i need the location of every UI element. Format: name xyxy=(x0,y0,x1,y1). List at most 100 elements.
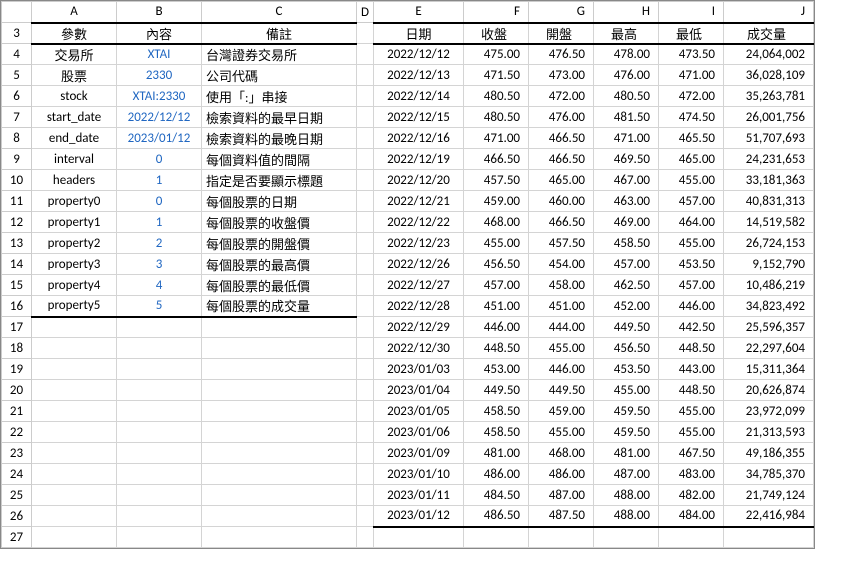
cell-A18[interactable] xyxy=(32,338,117,359)
cell-A12[interactable]: property1 xyxy=(32,212,117,233)
row-header[interactable]: 13 xyxy=(2,233,32,254)
cell-H24[interactable]: 487.00 xyxy=(594,464,659,485)
cell-B21[interactable] xyxy=(117,401,202,422)
cell-I9[interactable]: 465.00 xyxy=(659,149,724,170)
cell-D11[interactable] xyxy=(357,191,374,212)
cell-E27[interactable] xyxy=(374,527,464,548)
cell-C6[interactable]: 使用「:」串接 xyxy=(202,86,357,107)
cell-D4[interactable] xyxy=(357,44,374,65)
row-header[interactable]: 3 xyxy=(2,23,32,44)
col-header-H[interactable]: H xyxy=(594,2,659,23)
cell-H15[interactable]: 462.50 xyxy=(594,275,659,296)
row-header[interactable]: 14 xyxy=(2,254,32,275)
cell-D14[interactable] xyxy=(357,254,374,275)
cell-E24[interactable]: 2023/01/10 xyxy=(374,464,464,485)
cell-F7[interactable]: 480.50 xyxy=(464,107,529,128)
cell-H10[interactable]: 467.00 xyxy=(594,170,659,191)
cell-A22[interactable] xyxy=(32,422,117,443)
cell-D21[interactable] xyxy=(357,401,374,422)
cell-H4[interactable]: 478.00 xyxy=(594,44,659,65)
cell-F9[interactable]: 466.50 xyxy=(464,149,529,170)
col-header-J[interactable]: J xyxy=(724,2,814,23)
cell-G9[interactable]: 466.50 xyxy=(529,149,594,170)
cell-B14[interactable]: 3 xyxy=(117,254,202,275)
cell-D8[interactable] xyxy=(357,128,374,149)
cell-F17[interactable]: 446.00 xyxy=(464,317,529,338)
cell-I22[interactable]: 455.00 xyxy=(659,422,724,443)
cell-G7[interactable]: 476.00 xyxy=(529,107,594,128)
cell-E12[interactable]: 2022/12/22 xyxy=(374,212,464,233)
cell-A5[interactable]: 股票 xyxy=(32,65,117,86)
cell-G3[interactable]: 開盤 xyxy=(529,23,594,44)
row-header[interactable]: 21 xyxy=(2,401,32,422)
cell-D17[interactable] xyxy=(357,317,374,338)
cell-B12[interactable]: 1 xyxy=(117,212,202,233)
cell-H27[interactable] xyxy=(594,527,659,548)
cell-J15[interactable]: 10,486,219 xyxy=(724,275,814,296)
cell-G24[interactable]: 486.00 xyxy=(529,464,594,485)
cell-F3[interactable]: 收盤 xyxy=(464,23,529,44)
cell-J21[interactable]: 23,972,099 xyxy=(724,401,814,422)
cell-F8[interactable]: 471.00 xyxy=(464,128,529,149)
cell-I15[interactable]: 457.00 xyxy=(659,275,724,296)
cell-H11[interactable]: 463.00 xyxy=(594,191,659,212)
cell-J5[interactable]: 36,028,109 xyxy=(724,65,814,86)
cell-F4[interactable]: 475.00 xyxy=(464,44,529,65)
cell-I6[interactable]: 472.00 xyxy=(659,86,724,107)
cell-I16[interactable]: 446.00 xyxy=(659,296,724,317)
row-header[interactable]: 15 xyxy=(2,275,32,296)
cell-J11[interactable]: 40,831,313 xyxy=(724,191,814,212)
cell-J22[interactable]: 21,313,593 xyxy=(724,422,814,443)
cell-B7[interactable]: 2022/12/12 xyxy=(117,107,202,128)
cell-A11[interactable]: property0 xyxy=(32,191,117,212)
cell-D25[interactable] xyxy=(357,485,374,506)
cell-G5[interactable]: 473.00 xyxy=(529,65,594,86)
cell-C16[interactable]: 每個股票的成交量 xyxy=(202,296,357,317)
cell-H3[interactable]: 最高 xyxy=(594,23,659,44)
cell-C22[interactable] xyxy=(202,422,357,443)
cell-B9[interactable]: 0 xyxy=(117,149,202,170)
cell-G10[interactable]: 465.00 xyxy=(529,170,594,191)
row-header[interactable]: 27 xyxy=(2,527,32,548)
cell-A8[interactable]: end_date xyxy=(32,128,117,149)
cell-H19[interactable]: 453.50 xyxy=(594,359,659,380)
cell-B19[interactable] xyxy=(117,359,202,380)
cell-A4[interactable]: 交易所 xyxy=(32,44,117,65)
row-header[interactable]: 26 xyxy=(2,506,32,527)
cell-H22[interactable]: 459.50 xyxy=(594,422,659,443)
row-header[interactable]: 23 xyxy=(2,443,32,464)
cell-E23[interactable]: 2023/01/09 xyxy=(374,443,464,464)
cell-E14[interactable]: 2022/12/26 xyxy=(374,254,464,275)
cell-A19[interactable] xyxy=(32,359,117,380)
cell-G12[interactable]: 466.50 xyxy=(529,212,594,233)
cell-E20[interactable]: 2023/01/04 xyxy=(374,380,464,401)
cell-I24[interactable]: 483.00 xyxy=(659,464,724,485)
cell-B15[interactable]: 4 xyxy=(117,275,202,296)
row-header[interactable]: 12 xyxy=(2,212,32,233)
cell-D22[interactable] xyxy=(357,422,374,443)
cell-F19[interactable]: 453.00 xyxy=(464,359,529,380)
cell-B27[interactable] xyxy=(117,527,202,548)
cell-I8[interactable]: 465.50 xyxy=(659,128,724,149)
row-header[interactable]: 4 xyxy=(2,44,32,65)
cell-J4[interactable]: 24,064,002 xyxy=(724,44,814,65)
cell-I4[interactable]: 473.50 xyxy=(659,44,724,65)
cell-F5[interactable]: 471.50 xyxy=(464,65,529,86)
cell-I26[interactable]: 484.00 xyxy=(659,506,724,527)
cell-E13[interactable]: 2022/12/23 xyxy=(374,233,464,254)
cell-F24[interactable]: 486.00 xyxy=(464,464,529,485)
cell-G26[interactable]: 487.50 xyxy=(529,506,594,527)
cell-G4[interactable]: 476.50 xyxy=(529,44,594,65)
cell-G6[interactable]: 472.00 xyxy=(529,86,594,107)
cell-G17[interactable]: 444.00 xyxy=(529,317,594,338)
cell-E17[interactable]: 2022/12/29 xyxy=(374,317,464,338)
cell-C24[interactable] xyxy=(202,464,357,485)
cell-J23[interactable]: 49,186,355 xyxy=(724,443,814,464)
cell-A23[interactable] xyxy=(32,443,117,464)
cell-H23[interactable]: 481.00 xyxy=(594,443,659,464)
cell-A26[interactable] xyxy=(32,506,117,527)
cell-H13[interactable]: 458.50 xyxy=(594,233,659,254)
cell-B25[interactable] xyxy=(117,485,202,506)
cell-F23[interactable]: 481.00 xyxy=(464,443,529,464)
row-header[interactable]: 25 xyxy=(2,485,32,506)
